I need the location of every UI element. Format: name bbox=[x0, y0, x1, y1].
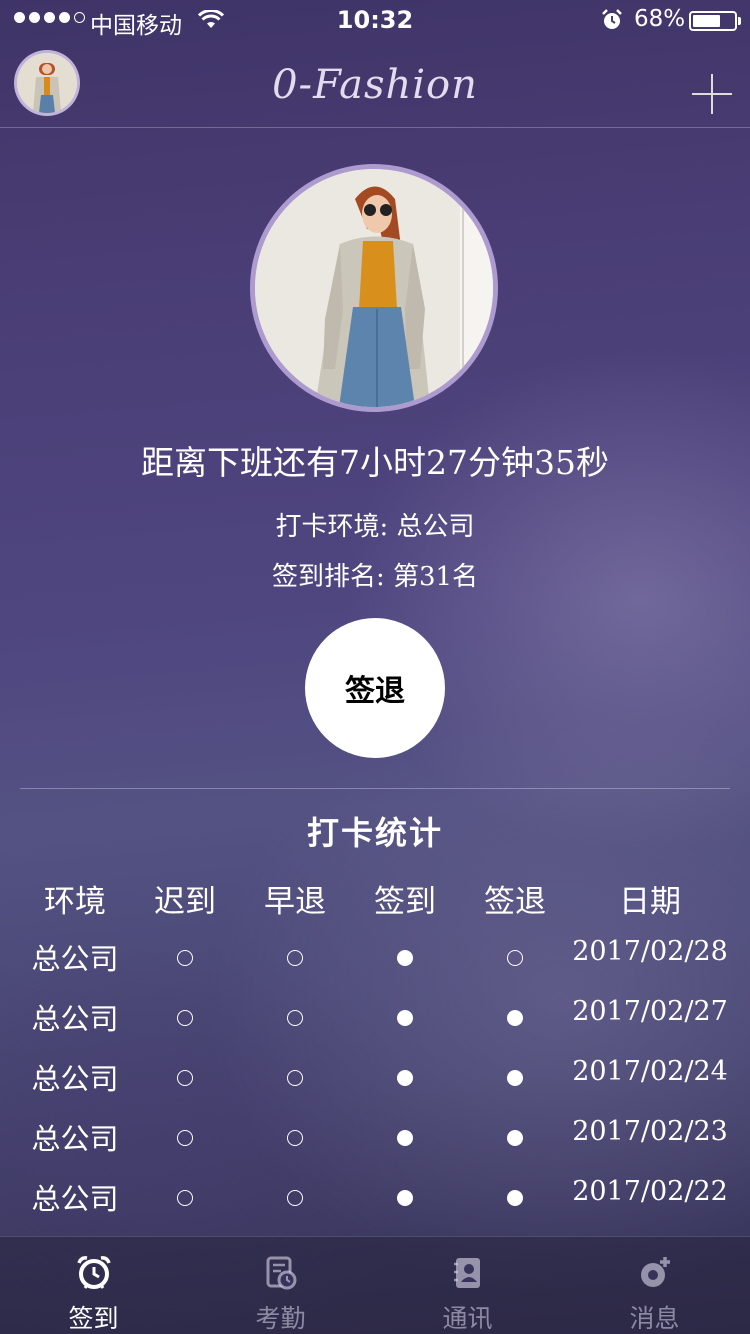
app-title: 0-Fashion bbox=[272, 62, 478, 108]
battery-icon bbox=[689, 11, 741, 31]
battery-percent: 68% bbox=[634, 6, 686, 32]
rank-value: 第31名 bbox=[392, 562, 479, 592]
tab-bar: 签到 考勤 通讯 消息 bbox=[0, 1236, 750, 1334]
row-checkin-checked-icon bbox=[397, 1190, 413, 1206]
table-row: 总公司 2017/02/23 bbox=[0, 1052, 750, 1156]
add-button[interactable] bbox=[692, 74, 732, 114]
alarm-icon bbox=[602, 9, 622, 29]
profile-photo bbox=[250, 164, 498, 412]
row-env: 总公司 bbox=[31, 1182, 119, 1216]
checkin-environment: 打卡环境: 总公司 bbox=[0, 506, 750, 543]
env-label: 打卡环境: bbox=[275, 512, 389, 542]
tab-contacts[interactable]: 通讯 bbox=[374, 1237, 561, 1334]
countdown-text: 距离下班还有7小时27分钟35秒 bbox=[141, 443, 609, 482]
attendance-icon bbox=[266, 1256, 297, 1290]
table-row: 总公司 2017/02/22 bbox=[0, 1112, 750, 1216]
tab-label: 消息 bbox=[629, 1304, 680, 1333]
env-value: 总公司 bbox=[396, 512, 475, 542]
checkin-rank: 签到排名: 第31名 bbox=[0, 556, 750, 593]
tab-label: 考勤 bbox=[255, 1304, 306, 1333]
row-date: 2017/02/22 bbox=[572, 1176, 728, 1207]
contacts-icon bbox=[454, 1258, 480, 1288]
rank-label: 签到排名: bbox=[271, 562, 385, 592]
row-late-unchecked-icon bbox=[177, 1190, 193, 1206]
nav-bar: 0-Fashion bbox=[0, 40, 750, 128]
divider bbox=[20, 788, 730, 789]
message-icon bbox=[641, 1257, 670, 1287]
tab-checkin[interactable]: 签到 bbox=[0, 1237, 187, 1334]
row-checkout-checked-icon bbox=[507, 1190, 523, 1206]
stats-title: 打卡统计 bbox=[306, 814, 443, 852]
status-bar: 中国移动 10:32 68% bbox=[0, 0, 750, 40]
tab-messages[interactable]: 消息 bbox=[561, 1237, 748, 1334]
table-row: 总公司 2017/02/24 bbox=[0, 992, 750, 1096]
tab-attendance[interactable]: 考勤 bbox=[187, 1237, 374, 1334]
tab-label: 签到 bbox=[68, 1304, 119, 1333]
table-row: 总公司 2017/02/27 bbox=[0, 932, 750, 1036]
fashion-model-image bbox=[255, 169, 493, 407]
table-row: 总公司 2017/02/28 bbox=[0, 872, 750, 976]
row-early-unchecked-icon bbox=[287, 1190, 303, 1206]
tab-label: 通讯 bbox=[442, 1304, 493, 1333]
alarm-clock-icon bbox=[77, 1256, 111, 1289]
signout-button[interactable]: 签退 bbox=[305, 618, 445, 758]
